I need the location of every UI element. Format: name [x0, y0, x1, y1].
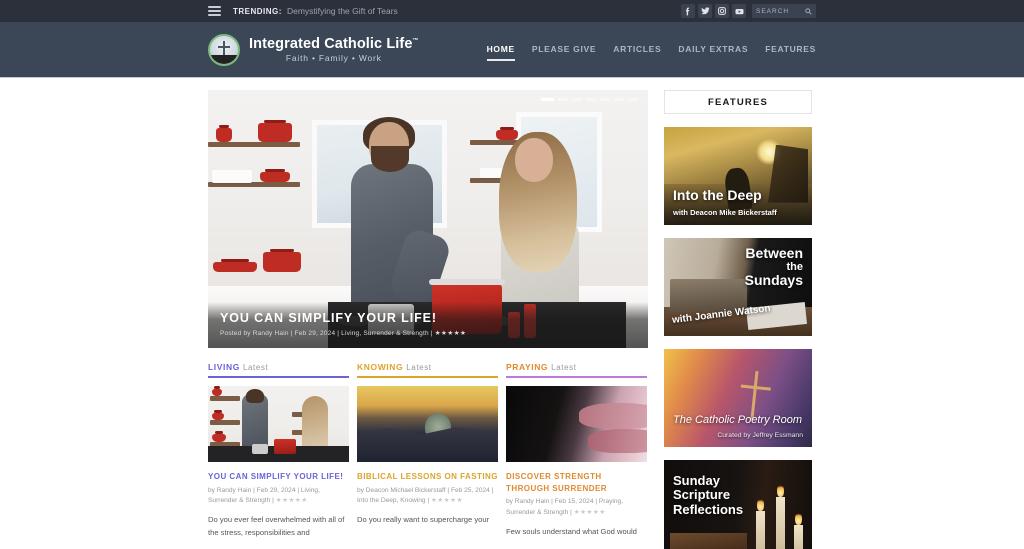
brand-text: Integrated Catholic Life™ Faith • Family…	[249, 36, 419, 64]
site-logo-link[interactable]: Integrated Catholic Life™ Faith • Family…	[208, 33, 419, 66]
category-latest-living: Latest	[242, 363, 269, 372]
feature-card-into-the-deep[interactable]: Into the Deep with Deacon Mike Bickersta…	[664, 127, 812, 225]
features-sidebar: FEATURES Into the Deep with Deacon Mike …	[664, 90, 812, 549]
category-label-knowing[interactable]: KNOWING	[357, 362, 403, 372]
article-excerpt-praying: Few souls understand what God would	[506, 526, 637, 536]
facebook-icon[interactable]	[681, 4, 695, 18]
category-latest-praying: Latest	[551, 363, 577, 372]
main-column: YOU CAN SIMPLIFY YOUR LIFE! Posted by Ra…	[208, 90, 648, 549]
slider-dot-6[interactable]	[614, 98, 624, 101]
article-meta-praying: by Randy Hain | Feb 15, 2024 | Praying, …	[506, 497, 647, 518]
search-input[interactable]: SEARCH	[752, 4, 816, 18]
nav-item-home[interactable]: HOME	[486, 44, 516, 61]
category-columns: LIVING Latest YOU CAN SIMPLIFY YOUR LIFE…	[208, 362, 648, 539]
category-header-praying: PRAYING Latest	[506, 362, 647, 378]
feature-title-into-the-deep: Into the Deep	[673, 186, 762, 203]
article-excerpt-living: Do you ever feel overwhelmed with all of…	[208, 514, 345, 537]
cross-emblem-logo-icon	[208, 33, 240, 66]
article-excerpt-knowing: Do you really want to supercharge your	[357, 514, 490, 524]
feature-title-line1-between: Between	[745, 245, 803, 261]
article-meta-living: by Randy Hain | Feb 29, 2024 | Living, S…	[208, 486, 349, 507]
feature-card-catholic-poetry-room[interactable]: The Catholic Poetry Room Curated by Jeff…	[664, 349, 812, 447]
nav-item-daily-extras[interactable]: DAILY EXTRAS	[678, 44, 748, 56]
slider-dot-1[interactable]	[541, 98, 554, 101]
category-latest-knowing: Latest	[406, 363, 432, 372]
category-column-praying: PRAYING Latest DISCOVER STRENGTH THROUGH …	[506, 362, 647, 539]
feature-card-sunday-scripture-reflections[interactable]: Sunday Scripture Reflections	[664, 460, 812, 549]
feature-subtitle-poetry-room: Curated by Jeffrey Essmann	[717, 432, 803, 439]
article-rating-living: ★★★★★	[275, 497, 308, 505]
brand-tagline: Faith • Family • Work	[285, 53, 382, 64]
article-title-knowing[interactable]: BIBLICAL LESSONS ON FASTING	[357, 471, 498, 483]
feature-subtitle-into-the-deep: with Deacon Mike Bickerstaff	[673, 207, 777, 217]
feature-card-between-the-sundays[interactable]: Between the Sundays with Joannie Watson	[664, 238, 812, 336]
hero-caption: YOU CAN SIMPLIFY YOUR LIFE! Posted by Ra…	[208, 302, 648, 348]
main-navigation: HOME PLEASE GIVE ARTICLES DAILY EXTRAS F…	[486, 22, 816, 78]
category-column-living: LIVING Latest YOU CAN SIMPLIFY YOUR LIFE…	[208, 362, 349, 539]
article-title-living[interactable]: YOU CAN SIMPLIFY YOUR LIFE!	[208, 471, 349, 483]
article-rating-praying: ★★★★★	[573, 508, 606, 516]
article-thumbnail-knowing[interactable]	[357, 386, 498, 462]
slider-dot-2[interactable]	[558, 98, 568, 101]
article-rating-knowing: ★★★★★	[430, 497, 463, 505]
category-header-living: LIVING Latest	[208, 362, 349, 378]
nav-item-articles[interactable]: ARTICLES	[613, 44, 661, 56]
slider-dot-4[interactable]	[586, 98, 596, 101]
feature-title-line3-between: Sundays	[744, 272, 803, 289]
trending-headline-link[interactable]: Demystifying the Gift of Tears	[287, 6, 398, 16]
feature-title-line3-sunday: Reflections	[673, 501, 744, 517]
slider-pagination[interactable]	[541, 98, 638, 101]
article-thumbnail-living[interactable]	[208, 386, 349, 462]
article-meta-text-knowing: by Deacon Michael Bickerstaff | Feb 25, …	[357, 486, 494, 505]
nav-item-features[interactable]: FEATURES	[765, 44, 816, 56]
brand-title: Integrated Catholic Life™	[249, 35, 419, 52]
article-thumbnail-praying[interactable]	[506, 386, 647, 462]
hero-meta: Posted by Randy Hain | Feb 29, 2024 | Li…	[220, 329, 636, 337]
hero-title-link[interactable]: YOU CAN SIMPLIFY YOUR LIFE!	[220, 311, 636, 325]
hero-figure-woman	[493, 132, 585, 334]
feature-title-line2-sunday: Scripture	[673, 487, 731, 503]
trademark-mark: ™	[412, 37, 419, 44]
search-placeholder: SEARCH	[756, 7, 790, 15]
features-heading: FEATURES	[664, 90, 812, 114]
trending-label: TRENDING:	[233, 6, 282, 16]
slider-dot-5[interactable]	[600, 98, 610, 101]
magnifier-icon	[805, 7, 812, 15]
youtube-icon[interactable]	[732, 4, 746, 18]
hero-rating-stars: ★★★★★	[434, 330, 467, 337]
hero-meta-text: Posted by Randy Hain | Feb 29, 2024 | Li…	[220, 330, 433, 337]
twitter-icon[interactable]	[698, 4, 712, 18]
instagram-icon[interactable]	[715, 4, 729, 18]
feature-title-poetry-room: The Catholic Poetry Room	[673, 414, 802, 426]
category-header-knowing: KNOWING Latest	[357, 362, 498, 378]
top-utility-bar: TRENDING: Demystifying the Gift of Tears…	[0, 0, 1024, 22]
hamburger-menu-icon[interactable]	[208, 6, 221, 16]
hero-figure-man	[351, 117, 453, 324]
slider-dot-7[interactable]	[628, 98, 638, 101]
page-content: YOU CAN SIMPLIFY YOUR LIFE! Posted by Ra…	[0, 78, 1024, 549]
article-title-praying[interactable]: DISCOVER STRENGTH THROUGH SURRENDER	[506, 471, 647, 494]
topbar-right: SEARCH	[681, 0, 816, 22]
hero-slider[interactable]: YOU CAN SIMPLIFY YOUR LIFE! Posted by Ra…	[208, 90, 648, 348]
category-column-knowing: KNOWING Latest BIBLICAL LESSONS ON FASTIN…	[357, 362, 498, 539]
article-meta-knowing: by Deacon Michael Bickerstaff | Feb 25, …	[357, 486, 498, 507]
slider-dot-3[interactable]	[572, 98, 582, 101]
category-label-living[interactable]: LIVING	[208, 362, 240, 372]
site-header: Integrated Catholic Life™ Faith • Family…	[0, 22, 1024, 78]
category-label-praying[interactable]: PRAYING	[506, 362, 548, 372]
nav-item-please-give[interactable]: PLEASE GIVE	[532, 44, 596, 56]
